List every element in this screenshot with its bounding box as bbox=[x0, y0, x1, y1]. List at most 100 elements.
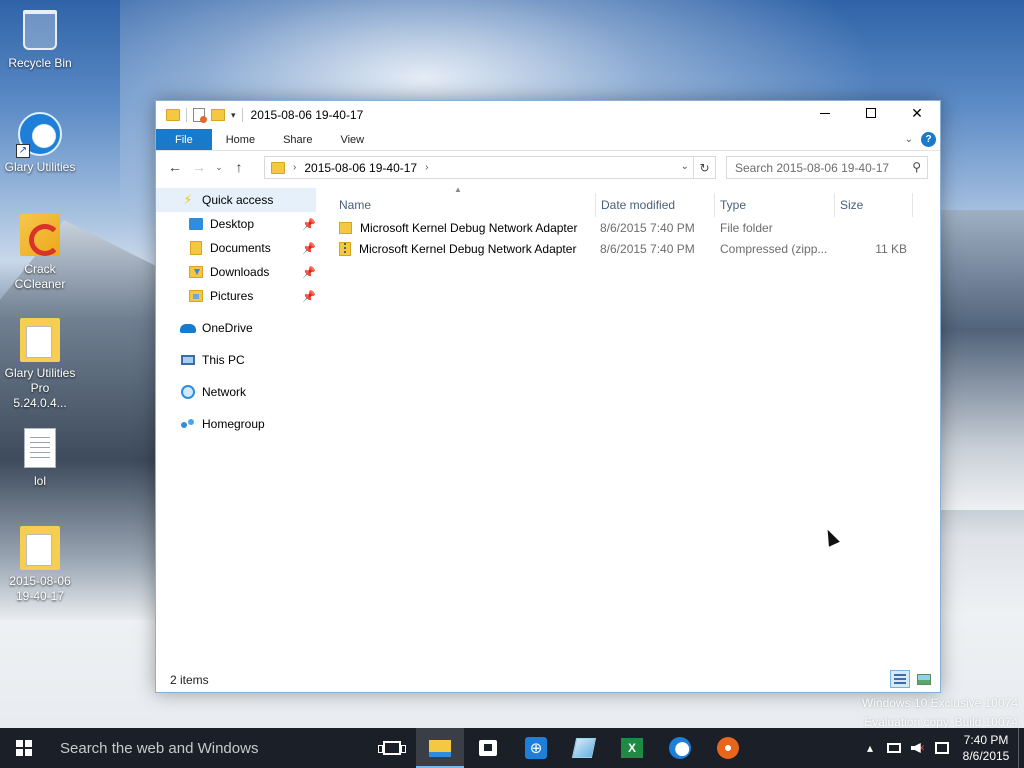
maximize-button[interactable] bbox=[848, 101, 894, 125]
taskbar-glary-utilities[interactable] bbox=[656, 728, 704, 768]
toolbar-divider bbox=[186, 108, 187, 122]
desktop-icon-2015-zip[interactable]: 2015-08-06 19-40-17 bbox=[2, 526, 78, 604]
desktop-icon-label: Recycle Bin bbox=[8, 56, 72, 70]
documents-folder-icon bbox=[188, 240, 204, 256]
ccleaner-icon bbox=[18, 214, 62, 258]
column-header-type[interactable]: Type bbox=[715, 193, 835, 217]
windows-logo-icon bbox=[16, 740, 32, 756]
taskbar-browser[interactable]: ⊕ bbox=[512, 728, 560, 768]
minimize-button[interactable] bbox=[802, 101, 848, 125]
taskbar-store[interactable] bbox=[464, 728, 512, 768]
taskbar-excel[interactable]: X bbox=[608, 728, 656, 768]
desktop-icon-glary-utilities[interactable]: ↗ Glary Utilities bbox=[2, 112, 78, 175]
action-center-button[interactable] bbox=[930, 728, 954, 768]
cloud-icon bbox=[180, 320, 196, 336]
column-header-date[interactable]: Date modified bbox=[595, 193, 715, 217]
pin-icon[interactable]: 📌 bbox=[302, 266, 316, 279]
details-view-button[interactable] bbox=[890, 670, 910, 688]
show-hidden-icons-button[interactable]: ▴ bbox=[858, 728, 882, 768]
network-icon bbox=[180, 384, 196, 400]
minimize-icon bbox=[820, 112, 830, 114]
nav-quick-access[interactable]: ⚡ Quick access bbox=[156, 188, 316, 212]
new-folder-icon[interactable] bbox=[211, 109, 225, 121]
store-icon bbox=[479, 740, 497, 756]
nav-label: Pictures bbox=[210, 289, 254, 303]
tab-share[interactable]: Share bbox=[269, 129, 326, 150]
nav-desktop[interactable]: Desktop 📌 bbox=[156, 212, 316, 236]
expand-ribbon-icon[interactable]: ⌄ bbox=[905, 134, 913, 145]
desktop-icon-glary-pro-zip[interactable]: Glary Utilities Pro 5.24.0.4... bbox=[2, 318, 78, 411]
taskbar-clock[interactable]: 7:40 PM 8/6/2015 bbox=[954, 732, 1018, 764]
tab-view[interactable]: View bbox=[326, 129, 378, 150]
table-row[interactable]: Microsoft Kernel Debug Network Adapter 8… bbox=[334, 238, 940, 259]
folder-icon bbox=[339, 221, 352, 234]
toolbar-divider bbox=[241, 108, 243, 122]
chevron-right-icon[interactable]: › bbox=[425, 162, 428, 173]
address-bar[interactable]: › 2015-08-06 19-40-17 › ⌄ ↻ bbox=[264, 156, 716, 179]
volume-tray-button[interactable]: ✕ bbox=[906, 728, 930, 768]
nav-onedrive[interactable]: OneDrive bbox=[156, 316, 316, 340]
chevron-down-icon: ⌄ bbox=[215, 161, 223, 172]
file-name: Microsoft Kernel Debug Network Adapter bbox=[359, 241, 577, 256]
chevron-down-icon[interactable]: ▾ bbox=[231, 110, 236, 121]
file-type: File folder bbox=[720, 220, 773, 235]
file-date: 8/6/2015 7:40 PM bbox=[600, 241, 695, 256]
glary-utilities-icon bbox=[669, 737, 691, 759]
column-headers: ▲ Name Date modified Type Size bbox=[334, 185, 940, 217]
tab-file[interactable]: File bbox=[156, 129, 212, 150]
details-view-icon bbox=[894, 674, 906, 684]
nav-downloads[interactable]: Downloads 📌 bbox=[156, 260, 316, 284]
desktop-icon-recycle-bin[interactable]: Recycle Bin bbox=[2, 8, 78, 71]
nav-this-pc[interactable]: This PC bbox=[156, 348, 316, 372]
breadcrumb-current[interactable]: 2015-08-06 19-40-17 bbox=[304, 161, 417, 175]
tab-home[interactable]: Home bbox=[212, 129, 269, 150]
recent-locations-button[interactable]: ⌄ bbox=[212, 156, 226, 178]
desktop-icon-crack-ccleaner[interactable]: Crack CCleaner bbox=[2, 214, 78, 292]
folder-icon bbox=[166, 109, 180, 121]
title-bar[interactable]: ▾ 2015-08-06 19-40-17 ✕ bbox=[156, 101, 940, 129]
windows-watermark: Windows 10 Exclusive 10074 Evaluation co… bbox=[862, 694, 1018, 732]
close-button[interactable]: ✕ bbox=[894, 101, 940, 125]
nav-network[interactable]: Network bbox=[156, 380, 316, 404]
network-tray-button[interactable] bbox=[882, 728, 906, 768]
desktop-icon-lol[interactable]: lol bbox=[2, 426, 78, 489]
address-dropdown-icon[interactable]: ⌄ bbox=[681, 161, 689, 172]
forward-button[interactable]: → bbox=[188, 156, 210, 178]
large-icons-view-button[interactable] bbox=[914, 670, 934, 688]
pin-icon[interactable]: 📌 bbox=[302, 242, 316, 255]
text-document-icon bbox=[18, 426, 62, 470]
properties-icon[interactable] bbox=[193, 108, 207, 123]
taskbar-media-player[interactable] bbox=[704, 728, 752, 768]
column-header-name[interactable]: Name bbox=[334, 193, 595, 217]
show-desktop-button[interactable] bbox=[1018, 728, 1024, 768]
zip-folder-icon bbox=[18, 526, 62, 570]
column-header-size[interactable]: Size bbox=[835, 193, 913, 217]
watermark-line: Windows 10 Exclusive 10074 bbox=[861, 696, 1018, 710]
refresh-button[interactable]: ↻ bbox=[693, 157, 715, 178]
pin-icon[interactable]: 📌 bbox=[302, 218, 316, 231]
pin-icon[interactable]: 📌 bbox=[302, 290, 316, 303]
chevron-right-icon[interactable]: › bbox=[293, 162, 296, 173]
help-icon[interactable]: ? bbox=[921, 132, 936, 147]
nav-documents[interactable]: Documents 📌 bbox=[156, 236, 316, 260]
task-view-button[interactable] bbox=[368, 728, 416, 768]
table-row[interactable]: Microsoft Kernel Debug Network Adapter 8… bbox=[334, 217, 940, 238]
nav-pictures[interactable]: Pictures 📌 bbox=[156, 284, 316, 308]
media-player-icon bbox=[717, 737, 739, 759]
file-explorer-icon bbox=[429, 739, 451, 757]
taskbar-search-box[interactable]: Search the web and Windows bbox=[48, 728, 368, 768]
taskbar-notes[interactable] bbox=[560, 728, 608, 768]
back-button[interactable]: ← bbox=[164, 156, 186, 178]
nav-label: OneDrive bbox=[202, 321, 253, 335]
up-button[interactable]: ↑ bbox=[228, 156, 250, 178]
search-input[interactable]: Search 2015-08-06 19-40-17 ⚲ bbox=[726, 156, 928, 179]
downloads-folder-icon bbox=[188, 264, 204, 280]
large-icons-view-icon bbox=[917, 673, 931, 685]
nav-label: Downloads bbox=[210, 265, 270, 279]
taskbar-file-explorer[interactable] bbox=[416, 728, 464, 768]
search-icon[interactable]: ⚲ bbox=[912, 160, 921, 174]
file-explorer-window: ▾ 2015-08-06 19-40-17 ✕ File Home Share … bbox=[155, 100, 941, 693]
start-button[interactable] bbox=[0, 728, 48, 768]
nav-homegroup[interactable]: Homegroup bbox=[156, 412, 316, 436]
search-placeholder: Search 2015-08-06 19-40-17 bbox=[735, 160, 890, 175]
